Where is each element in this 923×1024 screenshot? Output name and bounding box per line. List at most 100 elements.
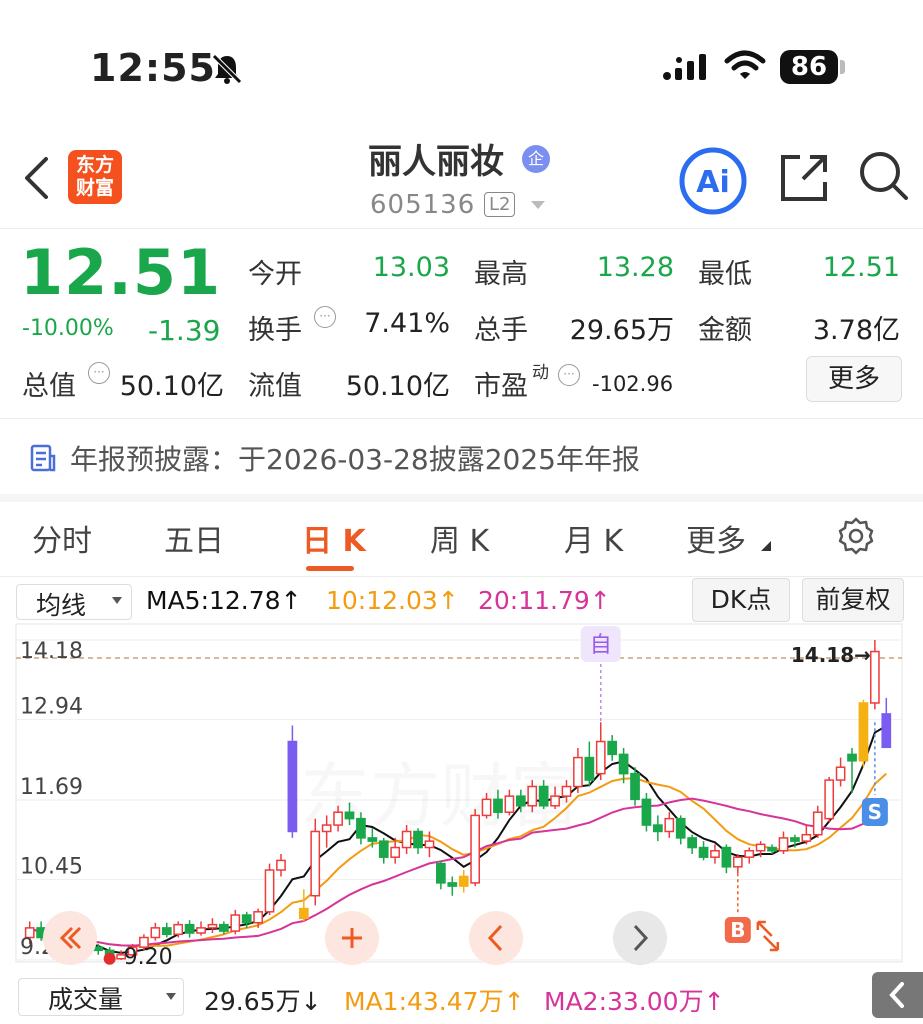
tab-intraday[interactable]: 分时 (32, 516, 92, 560)
candle-body (858, 702, 869, 762)
turnover-label: 换手 (248, 315, 302, 346)
stock-code: 605136 (370, 190, 476, 220)
ai-assistant-icon[interactable]: Ai (678, 146, 748, 216)
ma5-label: MA5:12.78↑ (146, 586, 302, 615)
candle-body (847, 753, 857, 762)
change-amount: -1.39 (148, 314, 221, 347)
vol-ma1-label: MA1:43.47万↑ (344, 987, 525, 1016)
section-gap (0, 494, 923, 502)
candle-body (173, 923, 184, 936)
candle-body (207, 923, 218, 929)
candle-body (687, 837, 697, 849)
silent-bell-icon (212, 54, 242, 84)
dropdown-caret-icon[interactable] (530, 200, 546, 210)
volume-select-caret-icon (166, 993, 176, 1000)
amount-value: 3.78亿 (812, 315, 900, 346)
candle-body (835, 766, 846, 781)
candle-body (436, 862, 446, 884)
ma20-label: 20:11.79↑ (478, 586, 611, 615)
candle-body (424, 840, 435, 849)
ma-select-caret-icon (112, 597, 122, 604)
chevron-left-icon (889, 982, 904, 1008)
tab-five-day[interactable]: 五日 (164, 516, 224, 560)
forward-adjust-button[interactable]: 前复权 (802, 578, 904, 622)
back-chevron-icon[interactable] (22, 156, 52, 200)
candle-body (550, 795, 560, 807)
candle-body (93, 946, 104, 952)
tab-more[interactable]: 更多 (686, 516, 746, 560)
pe-dynamic-sup: 动 (532, 363, 549, 383)
candle-body (732, 856, 743, 868)
battery-indicator: 86 (780, 50, 838, 84)
annual-report-notice[interactable]: 年报预披露：于2026-03-28披露2025年年报 (70, 438, 640, 478)
ma10-label: 10:12.03↑ (326, 586, 459, 615)
candle-body (504, 795, 515, 813)
candle-body (630, 772, 640, 801)
candle-body (881, 713, 892, 749)
eastmoney-logo: 东方 财富 (68, 150, 122, 204)
candle-body (230, 914, 241, 932)
low-price-marker: 9.20 (124, 945, 173, 970)
candle-body (276, 859, 286, 871)
float-cap-label: 流值 (248, 371, 302, 402)
market-cap-info-icon[interactable]: ··· (88, 362, 110, 384)
candle-body (344, 811, 355, 820)
turnover-info-icon[interactable]: ··· (314, 306, 336, 328)
prev-candle-button-bg (469, 911, 523, 965)
more-quote-button[interactable]: 更多 (806, 356, 902, 402)
level2-badge[interactable]: L2 (484, 192, 516, 217)
candle-body (401, 830, 412, 849)
candle-body (390, 846, 401, 858)
candle-body (561, 785, 572, 797)
enterprise-badge: 企 (522, 145, 550, 173)
expand-arrows-icon (756, 920, 780, 952)
dk-point-button[interactable]: DK点 (692, 578, 790, 622)
sell-signal-label: S (868, 800, 882, 824)
kline-chart[interactable]: 东方财富 14.1812.9411.6910.459.20 14.18→9.20… (0, 620, 923, 970)
candle-body (515, 795, 526, 807)
candle-body (790, 837, 800, 842)
candle-body (755, 843, 766, 852)
open-label: 今开 (248, 259, 302, 290)
status-time: 12:55 (90, 46, 216, 90)
collapse-panel-button[interactable] (872, 972, 923, 1018)
candle-body (196, 927, 206, 934)
tab-monthly-k[interactable]: 月 K (564, 516, 623, 560)
candle-body (333, 811, 343, 826)
y-tick-label: 10.45 (20, 855, 83, 880)
candle-body (664, 817, 675, 833)
tab-weekly-k[interactable]: 周 K (430, 516, 489, 560)
logo-line1: 东方 (75, 154, 114, 176)
change-percent: -10.00% (22, 316, 114, 341)
search-icon[interactable] (858, 150, 910, 202)
candle-body (447, 882, 458, 887)
candle-body (653, 824, 663, 833)
candle-body (538, 785, 549, 807)
candle-body (367, 837, 378, 842)
candle-body (150, 927, 161, 939)
buy-signal-label: B (730, 918, 745, 942)
candle-body (321, 824, 332, 833)
candle-body (824, 779, 835, 820)
volume-label: 总手 (474, 315, 528, 346)
wifi-icon (724, 50, 766, 79)
candle-body (675, 817, 686, 839)
pe-info-icon[interactable]: ··· (558, 364, 580, 386)
quote-divider (0, 418, 923, 419)
settings-gear-icon[interactable] (836, 516, 876, 556)
y-tick-label: 12.94 (20, 695, 83, 720)
stock-name[interactable]: 丽人丽妆 (368, 134, 504, 183)
volume-select-label: 成交量 (48, 985, 124, 1014)
high-label: 最高 (474, 259, 528, 290)
cellular-signal-icon (663, 54, 706, 80)
last-price: 12.51 (20, 236, 222, 309)
candle-body (161, 927, 172, 936)
share-icon[interactable] (778, 152, 830, 204)
candle-body (573, 756, 583, 788)
amount-label: 金额 (698, 315, 752, 346)
candle-body (710, 850, 720, 858)
candle-body (595, 740, 606, 775)
candle-body (527, 785, 538, 807)
tab-daily-k[interactable]: 日 K (302, 516, 366, 560)
report-document-icon (30, 444, 56, 472)
